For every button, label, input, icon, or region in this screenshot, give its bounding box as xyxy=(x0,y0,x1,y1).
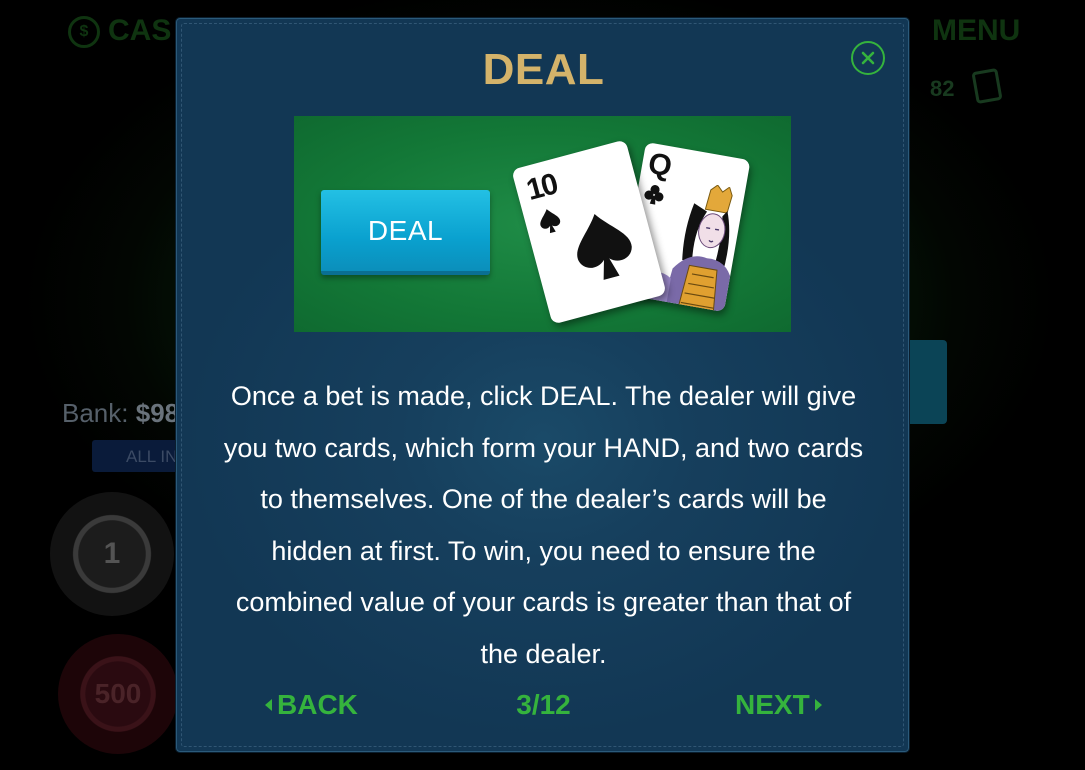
bank-value: $98 xyxy=(135,398,180,428)
next-button[interactable]: NEXT xyxy=(735,689,822,721)
background-action-button[interactable] xyxy=(906,340,947,424)
tutorial-dialog: DEAL DEAL Q 10 Once a bet is made, click… xyxy=(176,18,909,752)
all-in-button[interactable]: ALL IN xyxy=(92,440,178,472)
dialog-title: DEAL xyxy=(482,45,605,94)
chevron-right-icon xyxy=(814,699,822,711)
chip-1[interactable]: 1 xyxy=(50,492,174,616)
deal-illustration: DEAL Q 10 xyxy=(294,116,791,332)
cash-label[interactable]: CAS xyxy=(108,14,171,48)
cash-icon[interactable]: $ xyxy=(68,16,100,48)
chip-500[interactable]: 500 xyxy=(58,634,178,754)
menu-button[interactable]: MENU xyxy=(932,14,1020,48)
bank-label: Bank: xyxy=(62,398,129,428)
card-rank-10: 10 xyxy=(523,167,560,208)
bank-display: Bank: $98 xyxy=(62,398,179,429)
spade-icon xyxy=(540,209,561,234)
spade-large-icon xyxy=(577,213,632,280)
deck-icon xyxy=(971,67,1003,105)
deck-count: 82 xyxy=(930,76,955,101)
tutorial-description: Once a bet is made, click DEAL. The deal… xyxy=(223,381,864,669)
illustration-deal-button: DEAL xyxy=(321,190,490,275)
close-button[interactable] xyxy=(851,41,885,75)
close-icon xyxy=(861,51,875,65)
next-label: NEXT xyxy=(735,689,810,720)
